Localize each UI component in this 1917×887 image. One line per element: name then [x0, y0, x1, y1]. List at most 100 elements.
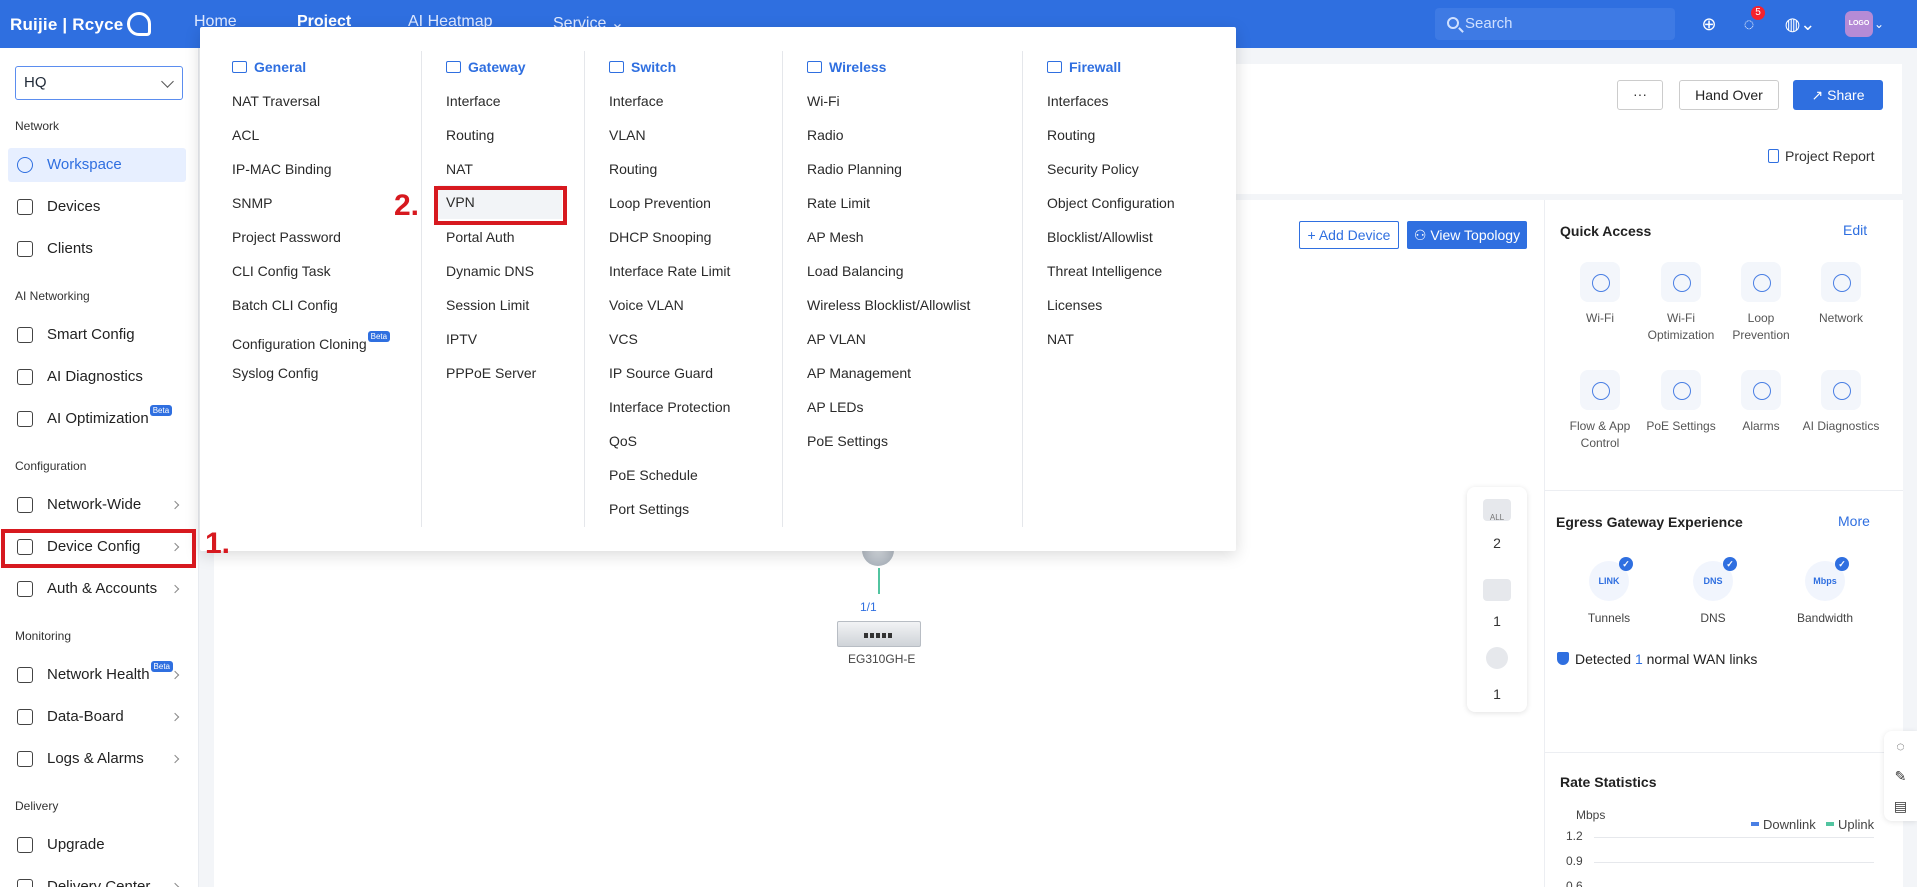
menu-load-balancing[interactable]: Load Balancing: [807, 263, 904, 279]
hand-over-button[interactable]: Hand Over: [1679, 80, 1779, 110]
menu-loop-prevention[interactable]: Loop Prevention: [609, 195, 711, 211]
menu-security-policy[interactable]: Security Policy: [1047, 161, 1139, 177]
menu-project-password[interactable]: Project Password: [232, 229, 341, 245]
quick-access-flow-app-control[interactable]: Flow & App Control: [1560, 370, 1640, 452]
menu-snmp[interactable]: SNMP: [232, 195, 272, 211]
sidebar-item-upgrade[interactable]: Upgrade: [8, 828, 186, 862]
quick-access-alarms[interactable]: Alarms: [1721, 370, 1801, 435]
quick-access-ai-diagnostics[interactable]: AI Diagnostics: [1801, 370, 1881, 435]
menu-gateway-interface[interactable]: Interface: [446, 93, 500, 109]
check-icon: ✓: [1723, 557, 1737, 571]
avatar-chevron-icon[interactable]: ⌄: [1872, 12, 1886, 36]
sidebar-item-ai-optimization[interactable]: AI Optimization Beta: [8, 402, 186, 436]
sidebar-item-network-wide[interactable]: Network-Wide: [8, 488, 186, 522]
quick-access-wifi-optimization[interactable]: Wi-Fi Optimization: [1641, 262, 1721, 344]
menu-threat-intelligence[interactable]: Threat Intelligence: [1047, 263, 1162, 279]
sidebar-item-workspace[interactable]: Workspace: [8, 148, 186, 182]
menu-configuration-cloning[interactable]: Configuration Cloning Beta: [232, 331, 391, 352]
avatar[interactable]: LOGO: [1845, 11, 1873, 37]
egress-more-link[interactable]: More: [1838, 513, 1870, 529]
menu-firewall-nat[interactable]: NAT: [1047, 331, 1074, 347]
language-globe-icon[interactable]: ◍⌄: [1782, 12, 1818, 36]
menu-switch-routing[interactable]: Routing: [609, 161, 657, 177]
menu-batch-cli-config[interactable]: Batch CLI Config: [232, 297, 338, 313]
menu-dhcp-snooping[interactable]: DHCP Snooping: [609, 229, 711, 245]
menu-iptv[interactable]: IPTV: [446, 331, 477, 347]
menu-blocklist-allowlist[interactable]: Blocklist/Allowlist: [1047, 229, 1153, 245]
project-report-link[interactable]: Project Report: [1768, 148, 1874, 164]
menu-ap-vlan[interactable]: AP VLAN: [807, 331, 866, 347]
site-select[interactable]: HQ: [15, 66, 183, 100]
quick-access-poe-settings[interactable]: PoE Settings: [1641, 370, 1721, 435]
menu-vcs[interactable]: VCS: [609, 331, 638, 347]
menu-radio-planning[interactable]: Radio Planning: [807, 161, 902, 177]
menu-session-limit[interactable]: Session Limit: [446, 297, 529, 313]
legend-uplink: Uplink: [1826, 817, 1874, 832]
quick-access-loop-prevention[interactable]: Loop Prevention: [1721, 262, 1801, 344]
menu-switch-vlan[interactable]: VLAN: [609, 127, 646, 143]
menu-acl[interactable]: ACL: [232, 127, 259, 143]
sidebar-item-devices[interactable]: Devices: [8, 190, 186, 224]
egress-tunnels[interactable]: LINK ✓ Tunnels: [1564, 557, 1654, 625]
quick-access-wifi[interactable]: Wi-Fi: [1560, 262, 1640, 327]
sidebar-item-network-health[interactable]: Network Health Beta: [8, 658, 186, 692]
sidebar-item-ai-diagnostics[interactable]: AI Diagnostics: [8, 360, 186, 394]
menu-gateway-routing[interactable]: Routing: [446, 127, 494, 143]
sidebar-item-auth-accounts[interactable]: Auth & Accounts: [8, 572, 186, 606]
menu-ap-mesh[interactable]: AP Mesh: [807, 229, 864, 245]
clipboard-icon[interactable]: ▤: [1884, 791, 1917, 821]
gateway-device-icon[interactable]: [837, 621, 921, 647]
menu-voice-vlan[interactable]: Voice VLAN: [609, 297, 684, 313]
share-button[interactable]: ↗ Share: [1793, 80, 1883, 110]
firewall-title: Firewall: [1047, 59, 1121, 75]
sidebar-item-delivery-center[interactable]: Delivery Center: [8, 870, 186, 887]
more-button[interactable]: ···: [1617, 80, 1663, 110]
menu-ip-mac-binding[interactable]: IP-MAC Binding: [232, 161, 332, 177]
menu-interface-protection[interactable]: Interface Protection: [609, 399, 730, 415]
egress-dns[interactable]: DNS ✓ DNS: [1668, 557, 1758, 625]
menu-portal-auth[interactable]: Portal Auth: [446, 229, 515, 245]
menu-gateway-nat[interactable]: NAT: [446, 161, 473, 177]
add-icon[interactable]: ⊕: [1697, 12, 1721, 36]
menu-rate-limit[interactable]: Rate Limit: [807, 195, 870, 211]
sidebar-item-data-board[interactable]: Data-Board: [8, 700, 186, 734]
sidebar-item-clients[interactable]: Clients: [8, 232, 186, 266]
sidebar-item-logs-alarms[interactable]: Logs & Alarms: [8, 742, 186, 776]
brand-logo[interactable]: Ruijie | Rcyce: [10, 12, 152, 36]
menu-ap-leds[interactable]: AP LEDs: [807, 399, 864, 415]
menu-cli-config-task[interactable]: CLI Config Task: [232, 263, 331, 279]
menu-poe-schedule[interactable]: PoE Schedule: [609, 467, 698, 483]
ai-optimization-icon: [17, 411, 33, 427]
menu-radio[interactable]: Radio: [807, 127, 844, 143]
menu-qos[interactable]: QoS: [609, 433, 637, 449]
gateway-filter-icon[interactable]: [1483, 579, 1511, 601]
menu-firewall-routing[interactable]: Routing: [1047, 127, 1095, 143]
chat-icon[interactable]: ◌: [1884, 731, 1917, 761]
menu-ip-source-guard[interactable]: IP Source Guard: [609, 365, 713, 381]
egress-bandwidth[interactable]: Mbps ✓ Bandwidth: [1780, 557, 1870, 625]
menu-wireless-blocklist-allowlist[interactable]: Wireless Blocklist/Allowlist: [807, 297, 970, 313]
menu-switch-interface[interactable]: Interface: [609, 93, 663, 109]
menu-port-settings[interactable]: Port Settings: [609, 501, 689, 517]
sidebar-item-smart-config[interactable]: Smart Config: [8, 318, 186, 352]
add-device-button[interactable]: + Add Device: [1299, 221, 1399, 249]
quick-access-network[interactable]: Network: [1801, 262, 1881, 327]
menu-poe-settings[interactable]: PoE Settings: [807, 433, 888, 449]
search-input[interactable]: Search: [1435, 8, 1675, 40]
quick-access-edit-link[interactable]: Edit: [1843, 222, 1867, 238]
menu-ap-management[interactable]: AP Management: [807, 365, 911, 381]
feedback-icon[interactable]: ✎: [1884, 761, 1917, 791]
menu-wifi[interactable]: Wi-Fi: [807, 93, 840, 109]
view-topology-button[interactable]: ⚇ View Topology: [1407, 221, 1527, 249]
menu-object-configuration[interactable]: Object Configuration: [1047, 195, 1175, 211]
camera-filter-icon[interactable]: [1486, 647, 1508, 669]
menu-pppoe-server[interactable]: PPPoE Server: [446, 365, 536, 381]
all-count: 2: [1493, 535, 1501, 551]
menu-firewall-interfaces[interactable]: Interfaces: [1047, 93, 1108, 109]
menu-licenses[interactable]: Licenses: [1047, 297, 1102, 313]
menu-syslog-config[interactable]: Syslog Config: [232, 365, 318, 381]
menu-interface-rate-limit[interactable]: Interface Rate Limit: [609, 263, 730, 279]
dns-icon: DNS ✓: [1693, 557, 1737, 601]
menu-dynamic-dns[interactable]: Dynamic DNS: [446, 263, 534, 279]
menu-nat-traversal[interactable]: NAT Traversal: [232, 93, 320, 109]
